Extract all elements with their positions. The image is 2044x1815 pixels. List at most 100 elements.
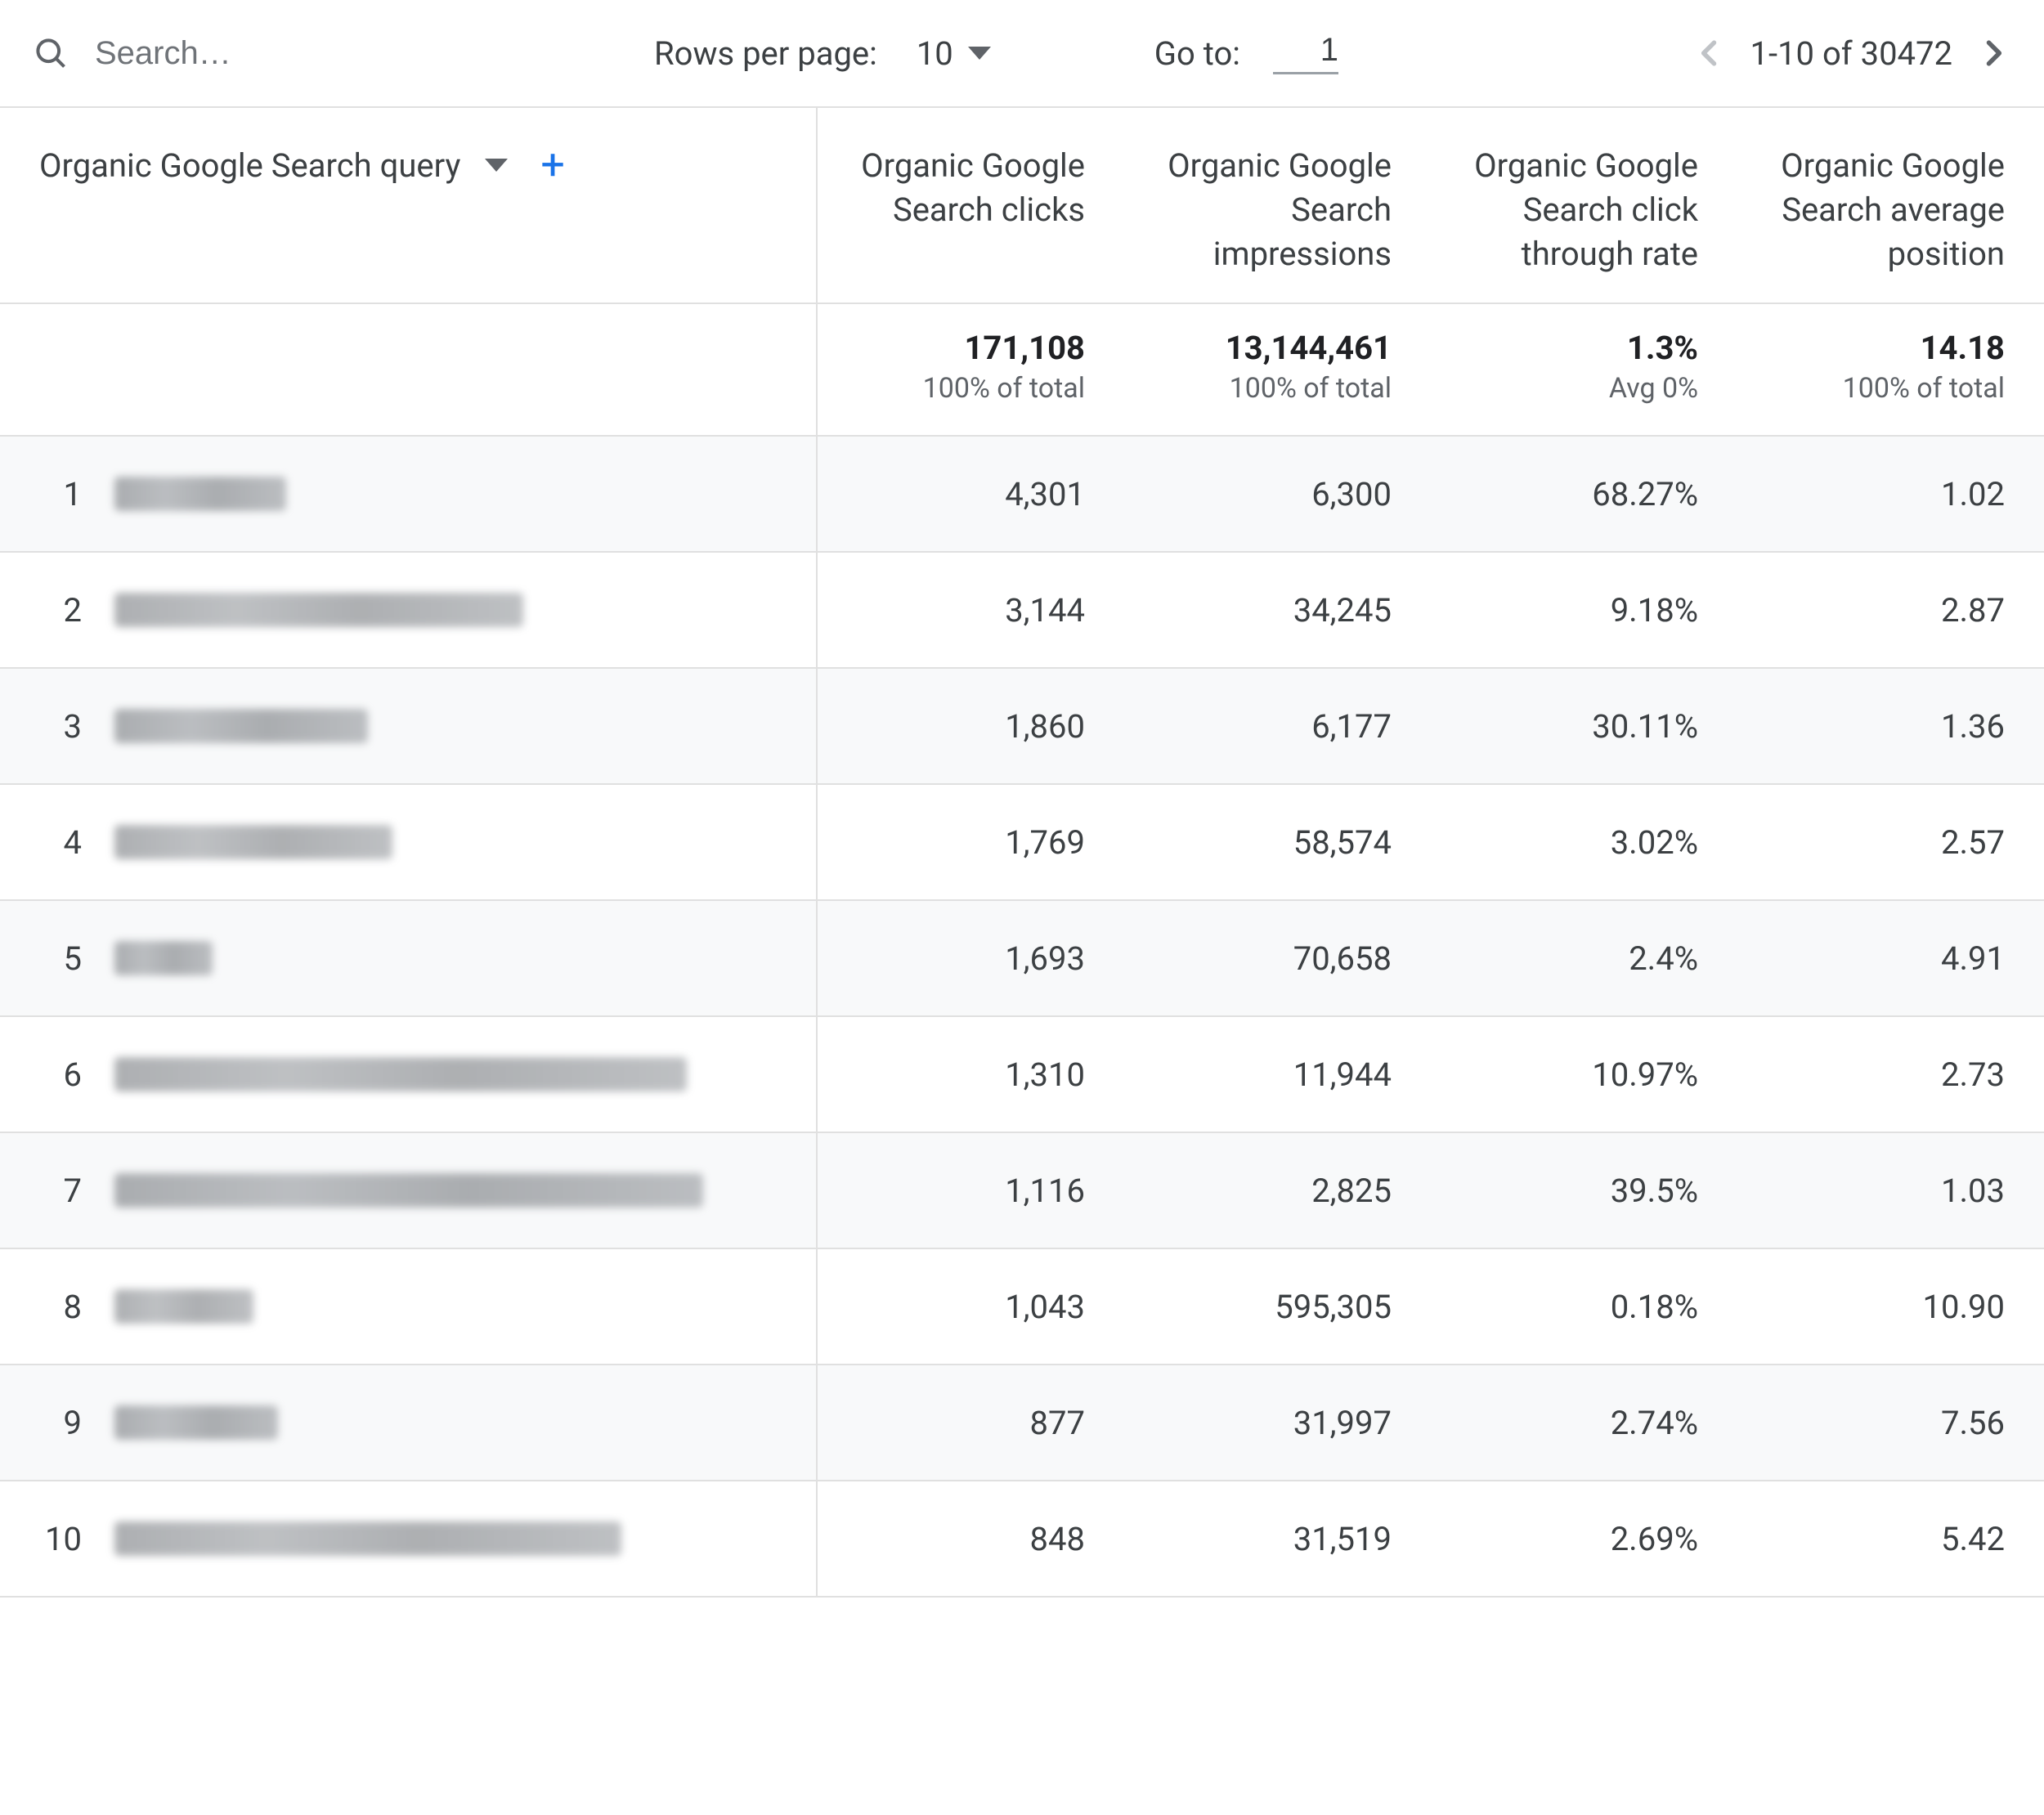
cell-position: 1.03 [1737,1133,2044,1248]
cell-position: 7.56 [1737,1365,2044,1480]
cell-impressions: 6,177 [1124,669,1431,783]
cell-clicks: 1,693 [818,901,1124,1015]
dimension-label[interactable]: Organic Google Search query [39,146,460,185]
cell-clicks: 877 [818,1365,1124,1480]
query-text-redacted [114,825,392,859]
cell-clicks: 848 [818,1481,1124,1596]
cell-ctr: 2.4% [1431,901,1737,1015]
table-row[interactable]: 1 4,3016,30068.27%1.02 [0,437,2044,553]
cell-clicks: 1,043 [818,1249,1124,1364]
table-header: Organic Google Search query + Organic Go… [0,108,2044,304]
prev-page-button[interactable] [1692,35,1728,71]
query-text-redacted [114,941,213,975]
cell-ctr: 2.69% [1431,1481,1737,1596]
summary-position: 14.18 100% of total [1737,304,2044,435]
rows-per-page-value: 10 [917,34,953,73]
cell-impressions: 34,245 [1124,553,1431,667]
goto-area: Go to: [1154,32,1338,74]
table-row[interactable]: 10 84831,5192.69%5.42 [0,1481,2044,1598]
col-header-clicks[interactable]: Organic Google Search clicks [818,108,1124,302]
cell-position: 2.87 [1737,553,2044,667]
pager: 1-10 of 30472 [1692,34,2011,73]
rows-per-page-label: Rows per page: [654,34,877,73]
summary-impressions: 13,144,461 100% of total [1124,304,1431,435]
row-index: 4 [39,823,82,862]
table-row[interactable]: 41,76958,5743.02%2.57 [0,785,2044,901]
cell-impressions: 31,997 [1124,1365,1431,1480]
search-icon[interactable] [33,35,69,71]
query-text-redacted [114,1521,621,1556]
row-index: 9 [39,1404,82,1442]
cell-position: 10.90 [1737,1249,2044,1364]
goto-input[interactable] [1273,32,1338,74]
row-index: 5 [39,939,82,978]
cell-ctr: 3.02% [1431,785,1737,899]
cell-ctr: 68.27% [1431,437,1737,551]
cell-position: 1.02 [1737,437,2044,551]
cell-ctr: 2.74% [1431,1365,1737,1480]
table-row[interactable]: 2 3,14434,2459.18%2.87 [0,553,2044,669]
col-header-impressions[interactable]: Organic Google Search impressions [1124,108,1431,302]
summary-ctr: 1.3% Avg 0% [1431,304,1737,435]
cell-clicks: 3,144 [818,553,1124,667]
query-text-redacted [114,593,523,627]
data-table: Organic Google Search query + Organic Go… [0,108,2044,1598]
dimension-column-header: Organic Google Search query + [0,108,818,302]
row-index: 2 [39,591,82,630]
table-row[interactable]: 8 1,043595,3050.18%10.90 [0,1249,2044,1365]
search-input[interactable] [95,35,536,72]
table-body: 14,3016,30068.27%1.0223,14434,2459.18%2.… [0,437,2044,1598]
query-text-redacted [114,477,286,511]
cell-position: 2.73 [1737,1017,2044,1132]
cell-ctr: 10.97% [1431,1017,1737,1132]
page-range: 1-10 of 30472 [1750,34,1952,73]
table-toolbar: Rows per page: 10 Go to: 1-10 of 30472 [0,0,2044,108]
search-area [33,35,654,72]
rows-per-page: Rows per page: 10 [654,34,991,73]
cell-clicks: 1,310 [818,1017,1124,1132]
cell-clicks: 1,116 [818,1133,1124,1248]
cell-ctr: 30.11% [1431,669,1737,783]
cell-impressions: 6,300 [1124,437,1431,551]
cell-impressions: 2,825 [1124,1133,1431,1248]
table-row[interactable]: 6 1,31011,94410.97%2.73 [0,1017,2044,1133]
add-dimension-button[interactable]: + [540,144,565,186]
cell-impressions: 31,519 [1124,1481,1431,1596]
cell-ctr: 0.18% [1431,1249,1737,1364]
row-index: 6 [39,1055,82,1094]
chevron-down-icon[interactable] [485,159,508,172]
table-row[interactable]: 3 1,8606,17730.11%1.36 [0,669,2044,785]
row-index: 10 [39,1520,82,1558]
summary-clicks: 171,108 100% of total [818,304,1124,435]
table-row[interactable]: 9 87731,9972.74%7.56 [0,1365,2044,1481]
query-text-redacted [114,1405,278,1440]
rows-per-page-select[interactable]: 10 [917,34,991,73]
next-page-button[interactable] [1975,35,2011,71]
row-index: 3 [39,707,82,746]
table-row[interactable]: 7 1,1162,82539.5%1.03 [0,1133,2044,1249]
cell-impressions: 70,658 [1124,901,1431,1015]
cell-ctr: 9.18% [1431,553,1737,667]
chevron-down-icon [968,47,991,60]
cell-impressions: 595,305 [1124,1249,1431,1364]
query-text-redacted [114,1289,253,1324]
cell-ctr: 39.5% [1431,1133,1737,1248]
row-index: 1 [39,475,82,513]
cell-clicks: 1,860 [818,669,1124,783]
cell-clicks: 1,769 [818,785,1124,899]
row-index: 8 [39,1288,82,1326]
metric-headers: Organic Google Search clicks Organic Goo… [818,108,2044,302]
query-text-redacted [114,1057,687,1091]
query-text-redacted [114,1173,703,1208]
col-header-ctr[interactable]: Organic Google Search click through rate [1431,108,1737,302]
cell-impressions: 11,944 [1124,1017,1431,1132]
cell-clicks: 4,301 [818,437,1124,551]
row-index: 7 [39,1172,82,1210]
summary-row: 171,108 100% of total 13,144,461 100% of… [0,304,2044,437]
table-row[interactable]: 51,69370,6582.4%4.91 [0,901,2044,1017]
cell-position: 1.36 [1737,669,2044,783]
cell-position: 5.42 [1737,1481,2044,1596]
query-text-redacted [114,709,368,743]
cell-position: 2.57 [1737,785,2044,899]
col-header-position[interactable]: Organic Google Search average position [1737,108,2044,302]
